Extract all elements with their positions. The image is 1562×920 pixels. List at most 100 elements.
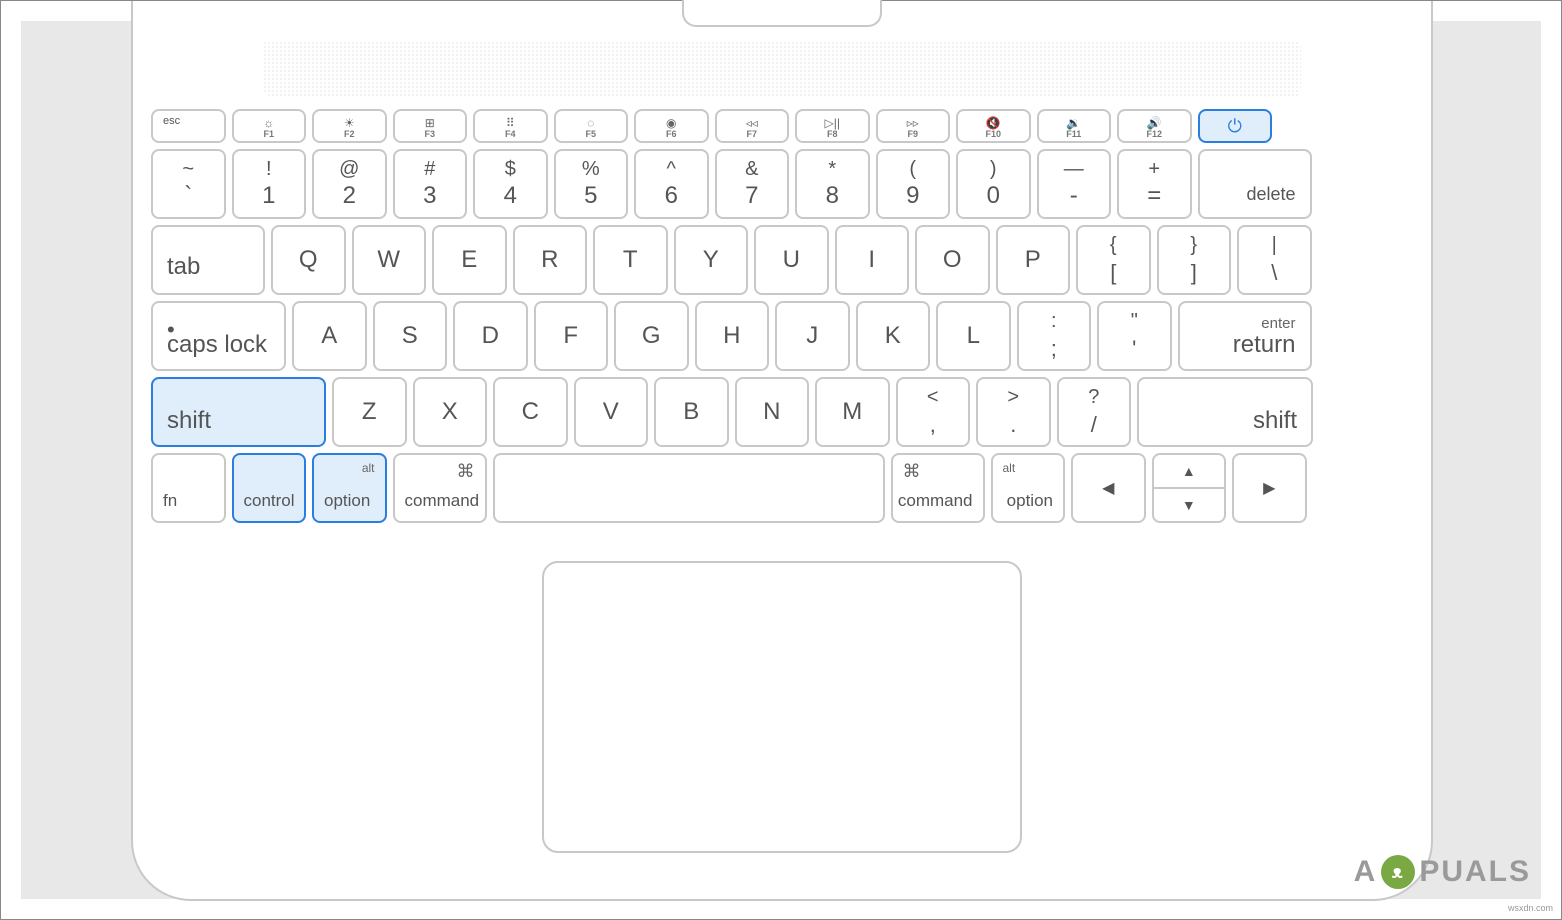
period-key[interactable]: >. [976, 377, 1051, 447]
caps-lock-key[interactable]: •caps lock [151, 301, 286, 371]
h-key[interactable]: H [695, 301, 770, 371]
control-key[interactable]: control [232, 453, 307, 523]
mute-icon: 🔇 [986, 117, 1001, 129]
volume-down-icon: 🔉 [1066, 117, 1081, 129]
j-key[interactable]: J [775, 301, 850, 371]
equals-key[interactable]: += [1117, 149, 1192, 219]
laptop-body: esc ☼F1 ☀F2 ⊞F3 ⠿F4 ◌F5 ◉F6 ◃◃F7 ▷||F8 ▹… [131, 1, 1433, 901]
caps-indicator-icon: • [167, 317, 175, 343]
fn-key[interactable]: fn [151, 453, 226, 523]
u-key[interactable]: U [754, 225, 829, 295]
f5-key[interactable]: ◌F5 [554, 109, 629, 143]
return-key[interactable]: enterreturn [1178, 301, 1312, 371]
v-key[interactable]: V [574, 377, 649, 447]
5-key[interactable]: %5 [554, 149, 629, 219]
play-pause-icon: ▷|| [825, 117, 840, 129]
q-key[interactable]: Q [271, 225, 346, 295]
function-row: esc ☼F1 ☀F2 ⊞F3 ⠿F4 ◌F5 ◉F6 ◃◃F7 ▷||F8 ▹… [151, 109, 1413, 143]
f-key[interactable]: F [534, 301, 609, 371]
l-key[interactable]: L [936, 301, 1011, 371]
f7-key[interactable]: ◃◃F7 [715, 109, 790, 143]
x-key[interactable]: X [413, 377, 488, 447]
left-command-key[interactable]: ⌘command [393, 453, 487, 523]
g-key[interactable]: G [614, 301, 689, 371]
o-key[interactable]: O [915, 225, 990, 295]
a-key[interactable]: A [292, 301, 367, 371]
c-key[interactable]: C [493, 377, 568, 447]
3-key[interactable]: #3 [393, 149, 468, 219]
7-key[interactable]: &7 [715, 149, 790, 219]
spacebar-key[interactable] [493, 453, 885, 523]
p-key[interactable]: P [996, 225, 1071, 295]
backtick-key[interactable]: ~` [151, 149, 226, 219]
backslash-key[interactable]: |\ [1237, 225, 1312, 295]
w-key[interactable]: W [352, 225, 427, 295]
left-option-key[interactable]: altoption [312, 453, 387, 523]
f2-key[interactable]: ☀F2 [312, 109, 387, 143]
6-key[interactable]: ^6 [634, 149, 709, 219]
minus-key[interactable]: —- [1037, 149, 1112, 219]
watermark-logo: A ᴥ PUALS [1354, 855, 1531, 889]
8-key[interactable]: *8 [795, 149, 870, 219]
delete-key[interactable]: delete [1198, 149, 1312, 219]
command-icon: ⌘ [903, 461, 921, 482]
command-icon: ⌘ [457, 461, 475, 482]
brightness-down-icon: ☼ [263, 117, 274, 129]
0-key[interactable]: )0 [956, 149, 1031, 219]
2-key[interactable]: @2 [312, 149, 387, 219]
launchpad-icon: ⠿ [506, 117, 515, 129]
right-bracket-key[interactable]: }] [1157, 225, 1232, 295]
9-key[interactable]: (9 [876, 149, 951, 219]
tab-key[interactable]: tab [151, 225, 265, 295]
n-key[interactable]: N [735, 377, 810, 447]
speaker-grill [263, 41, 1301, 96]
home-row: •caps lock A S D F G H J K L :; "' enter… [151, 301, 1413, 371]
rewind-icon: ◃◃ [746, 117, 758, 129]
right-arrow-key[interactable]: ▶ [1232, 453, 1307, 523]
f9-key[interactable]: ▹▹F9 [876, 109, 951, 143]
slash-key[interactable]: ?/ [1057, 377, 1132, 447]
f4-key[interactable]: ⠿F4 [473, 109, 548, 143]
trackpad[interactable] [542, 561, 1022, 853]
s-key[interactable]: S [373, 301, 448, 371]
right-option-key[interactable]: altoption [991, 453, 1066, 523]
kb-brightness-up-icon: ◉ [666, 117, 676, 129]
e-key[interactable]: E [432, 225, 507, 295]
right-shift-key[interactable]: shift [1137, 377, 1313, 447]
power-key[interactable]: ⏻ [1198, 109, 1273, 143]
f10-key[interactable]: 🔇F10 [956, 109, 1031, 143]
comma-key[interactable]: <, [896, 377, 971, 447]
up-arrow-key[interactable]: ▲ [1152, 453, 1227, 488]
left-shift-key[interactable]: shift [151, 377, 326, 447]
f3-key[interactable]: ⊞F3 [393, 109, 468, 143]
d-key[interactable]: D [453, 301, 528, 371]
t-key[interactable]: T [593, 225, 668, 295]
f6-key[interactable]: ◉F6 [634, 109, 709, 143]
power-icon: ⏻ [1228, 116, 1242, 137]
b-key[interactable]: B [654, 377, 729, 447]
right-command-key[interactable]: ⌘command [891, 453, 985, 523]
m-key[interactable]: M [815, 377, 890, 447]
mission-control-icon: ⊞ [425, 117, 435, 129]
down-arrow-key[interactable]: ▼ [1152, 488, 1227, 523]
laptop-notch [682, 0, 882, 27]
left-bracket-key[interactable]: {[ [1076, 225, 1151, 295]
f12-key[interactable]: 🔊F12 [1117, 109, 1192, 143]
1-key[interactable]: !1 [232, 149, 307, 219]
left-arrow-key[interactable]: ◀ [1071, 453, 1146, 523]
f1-key[interactable]: ☼F1 [232, 109, 307, 143]
4-key[interactable]: $4 [473, 149, 548, 219]
quote-key[interactable]: "' [1097, 301, 1172, 371]
f8-key[interactable]: ▷||F8 [795, 109, 870, 143]
z-key[interactable]: Z [332, 377, 407, 447]
f11-key[interactable]: 🔉F11 [1037, 109, 1112, 143]
r-key[interactable]: R [513, 225, 588, 295]
i-key[interactable]: I [835, 225, 910, 295]
number-row: ~` !1 @2 #3 $4 %5 ^6 &7 *8 (9 )0 —- += d… [151, 149, 1413, 219]
k-key[interactable]: K [856, 301, 931, 371]
y-key[interactable]: Y [674, 225, 749, 295]
bottom-row: fn control altoption ⌘command ⌘command a… [151, 453, 1413, 523]
semicolon-key[interactable]: :; [1017, 301, 1092, 371]
esc-key[interactable]: esc [151, 109, 226, 143]
keyboard: esc ☼F1 ☀F2 ⊞F3 ⠿F4 ◌F5 ◉F6 ◃◃F7 ▷||F8 ▹… [151, 109, 1413, 523]
